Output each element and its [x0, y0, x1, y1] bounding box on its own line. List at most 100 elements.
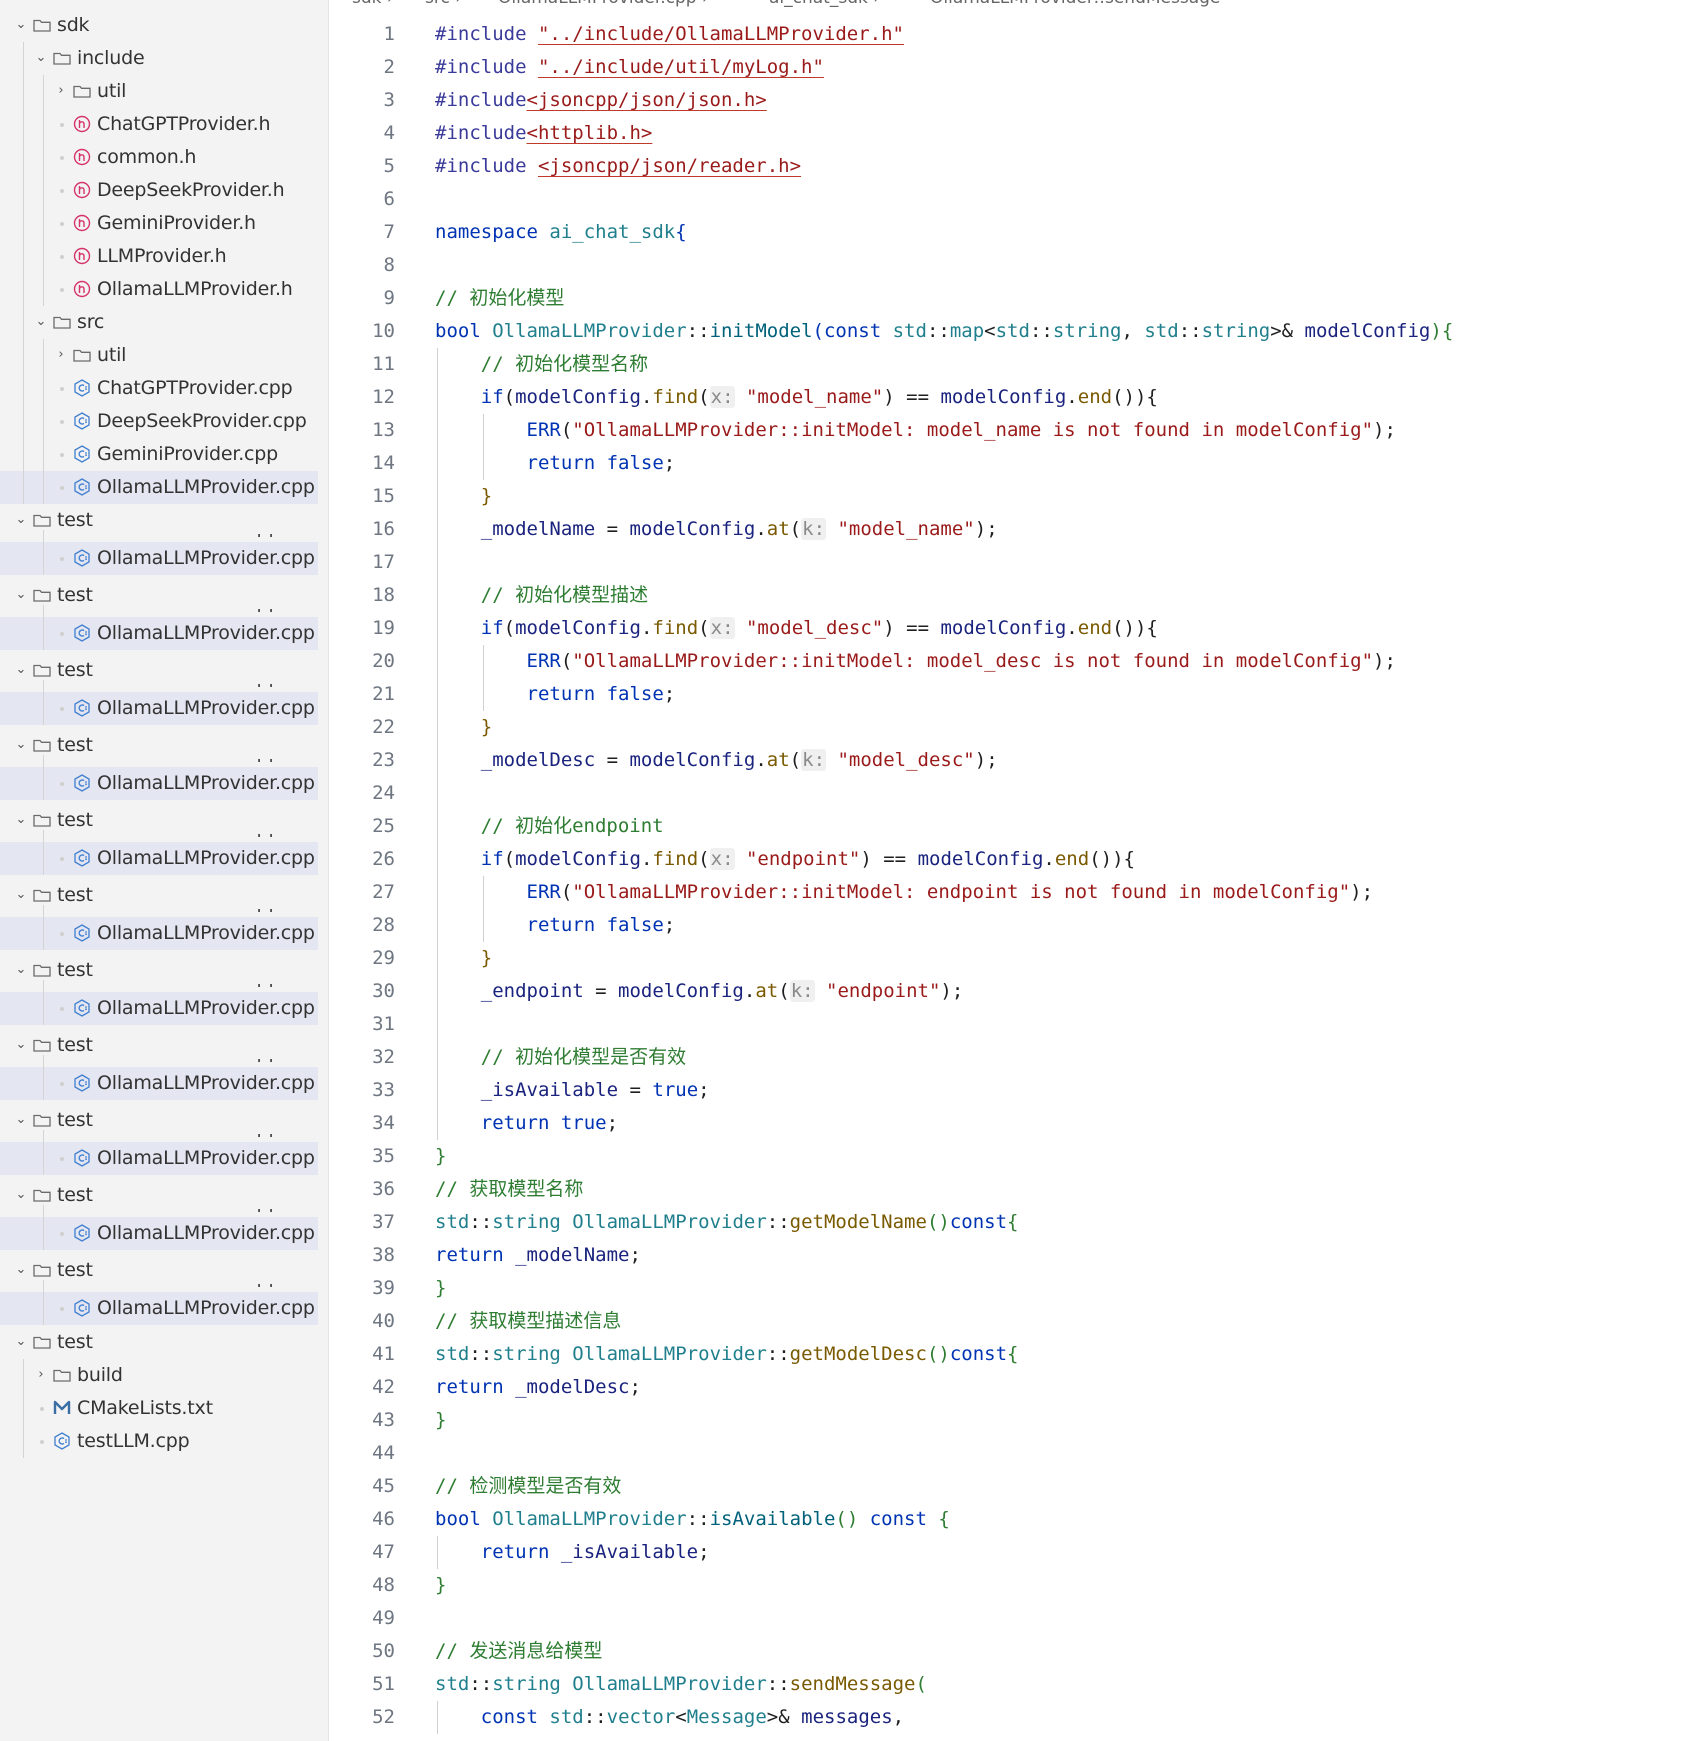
breadcrumb-item[interactable]: OllamaLLMProvider::sendMessage	[930, 0, 1220, 8]
chevron-down-icon[interactable]: ⌄	[14, 812, 28, 828]
chevron-down-icon[interactable]: ⌄	[14, 1112, 28, 1128]
code-line[interactable]: 40 // 获取模型描述信息	[329, 1305, 1696, 1338]
tree-item[interactable]: ⌄ test	[0, 579, 318, 606]
code-line[interactable]: 16 _modelName = modelConfig.at(k: "model…	[329, 513, 1696, 546]
code-line[interactable]: 31	[329, 1008, 1696, 1041]
chevron-down-icon[interactable]: ⌄	[14, 962, 28, 978]
tree-item[interactable]: OllamaLLMProvider.cpp	[0, 617, 318, 650]
code-line[interactable]: 38 return _modelName;	[329, 1239, 1696, 1272]
code-line[interactable]: 27 ERR("OllamaLLMProvider::initModel: en…	[329, 876, 1696, 909]
code-line[interactable]: 11 // 初始化模型名称	[329, 348, 1696, 381]
code-line[interactable]: 23 _modelDesc = modelConfig.at(k: "model…	[329, 744, 1696, 777]
tree-item[interactable]: OllamaLLMProvider.cpp	[0, 471, 318, 504]
tree-item[interactable]: ⌄ src	[0, 306, 318, 339]
code-line[interactable]: 10 bool OllamaLLMProvider::initModel(cons…	[329, 315, 1696, 348]
tree-item[interactable]: OllamaLLMProvider.cpp	[0, 1292, 318, 1325]
tree-item[interactable]: ⌄ test	[0, 804, 318, 831]
tree-item[interactable]: OllamaLLMProvider.h	[0, 273, 318, 306]
tree-item[interactable]: OllamaLLMProvider.cpp	[0, 1067, 318, 1100]
tree-item[interactable]: OllamaLLMProvider.cpp	[0, 1217, 318, 1250]
code-line[interactable]: 22 }	[329, 711, 1696, 744]
code-line[interactable]: 44	[329, 1437, 1696, 1470]
code-line[interactable]: 36 // 获取模型名称	[329, 1173, 1696, 1206]
tree-item[interactable]: ⌄ test	[0, 504, 318, 531]
tree-item[interactable]: OllamaLLMProvider.cpp	[0, 1142, 318, 1175]
tree-item[interactable]: ⌄ test	[0, 954, 318, 981]
chevron-right-icon[interactable]: ›	[54, 347, 68, 363]
code-editor[interactable]: 1 #include "../include/OllamaLLMProvider.…	[329, 18, 1696, 1741]
code-line[interactable]: 48}	[329, 1569, 1696, 1602]
code-line[interactable]: 25 // 初始化endpoint	[329, 810, 1696, 843]
chevron-right-icon[interactable]: ›	[34, 1367, 48, 1383]
code-line[interactable]: 24	[329, 777, 1696, 810]
code-line[interactable]: 4 #include<httplib.h>	[329, 117, 1696, 150]
tree-item[interactable]: › util	[0, 339, 318, 372]
chevron-right-icon[interactable]: ›	[54, 83, 68, 99]
chevron-down-icon[interactable]: ⌄	[14, 662, 28, 678]
chevron-down-icon[interactable]: ⌄	[14, 887, 28, 903]
tree-item[interactable]: ⌄ test	[0, 654, 318, 681]
code-line[interactable]: 19 if(modelConfig.find(x: "model_desc") …	[329, 612, 1696, 645]
code-line[interactable]: 32 // 初始化模型是否有效	[329, 1041, 1696, 1074]
code-line[interactable]: 34 return true;	[329, 1107, 1696, 1140]
tree-item[interactable]: ⌄ test	[0, 1029, 318, 1056]
tree-item[interactable]: OllamaLLMProvider.cpp	[0, 767, 318, 800]
tree-item[interactable]: ⌄ test	[0, 1326, 318, 1359]
tree-item[interactable]: ⌄ include	[0, 42, 318, 75]
code-line[interactable]: 41 std::string OllamaLLMProvider::getMode…	[329, 1338, 1696, 1371]
tree-item[interactable]: GeminiProvider.cpp	[0, 438, 318, 471]
tree-item[interactable]: › util	[0, 75, 318, 108]
breadcrumb-item[interactable]: OllamaLLMProvider.cpp ›	[498, 0, 709, 8]
tree-item[interactable]: OllamaLLMProvider.cpp	[0, 992, 318, 1025]
code-line[interactable]: 18 // 初始化模型描述	[329, 579, 1696, 612]
chevron-down-icon[interactable]: ⌄	[34, 50, 48, 66]
code-line[interactable]: 35}	[329, 1140, 1696, 1173]
chevron-down-icon[interactable]: ⌄	[14, 1334, 28, 1350]
tree-item[interactable]: LLMProvider.h	[0, 240, 318, 273]
code-line[interactable]: 49	[329, 1602, 1696, 1635]
tree-item[interactable]: ChatGPTProvider.cpp	[0, 372, 318, 405]
code-line[interactable]: 20 ERR("OllamaLLMProvider::initModel: mo…	[329, 645, 1696, 678]
code-line[interactable]: 47 return _isAvailable;	[329, 1536, 1696, 1569]
tree-item[interactable]: testLLM.cpp	[0, 1425, 318, 1458]
chevron-down-icon[interactable]: ⌄	[14, 17, 28, 33]
code-line[interactable]: 12 if(modelConfig.find(x: "model_name") …	[329, 381, 1696, 414]
code-line[interactable]: 28 return false;	[329, 909, 1696, 942]
tree-item[interactable]: common.h	[0, 141, 318, 174]
code-line[interactable]: 33 _isAvailable = true;	[329, 1074, 1696, 1107]
code-line[interactable]: 52 const std::vector<Message>& messages,	[329, 1701, 1696, 1734]
code-line[interactable]: 7 namespace ai_chat_sdk{	[329, 216, 1696, 249]
tree-item[interactable]: CMakeLists.txt	[0, 1392, 318, 1425]
code-line[interactable]: 42 return _modelDesc;	[329, 1371, 1696, 1404]
chevron-down-icon[interactable]: ⌄	[14, 1262, 28, 1278]
tree-item[interactable]: DeepSeekProvider.h	[0, 174, 318, 207]
code-line[interactable]: 51 std::string OllamaLLMProvider::sendMes…	[329, 1668, 1696, 1701]
chevron-down-icon[interactable]: ⌄	[34, 314, 48, 330]
tree-item[interactable]: ⌄ test	[0, 879, 318, 906]
tree-item[interactable]: ⌄ test	[0, 1104, 318, 1131]
code-line[interactable]: 1 #include "../include/OllamaLLMProvider.…	[329, 18, 1696, 51]
code-line[interactable]: 8	[329, 249, 1696, 282]
code-line[interactable]: 29 }	[329, 942, 1696, 975]
tree-item[interactable]: ⌄ test	[0, 1179, 318, 1206]
breadcrumb-item[interactable]: sdk ›	[352, 0, 394, 8]
chevron-down-icon[interactable]: ⌄	[14, 737, 28, 753]
tree-item[interactable]: OllamaLLMProvider.cpp	[0, 542, 318, 575]
code-line[interactable]: 9 // 初始化模型	[329, 282, 1696, 315]
breadcrumb-item[interactable]: ai_chat_sdk ›	[769, 0, 880, 8]
code-line[interactable]: 2 #include "../include/util/myLog.h"	[329, 51, 1696, 84]
tree-item[interactable]: ⌄ sdk	[0, 9, 318, 42]
tree-item[interactable]: GeminiProvider.h	[0, 207, 318, 240]
code-line[interactable]: 30 _endpoint = modelConfig.at(k: "endpoi…	[329, 975, 1696, 1008]
tree-item[interactable]: › build	[0, 1359, 318, 1392]
tree-item[interactable]: ⌄ test	[0, 1254, 318, 1281]
code-line[interactable]: 46 bool OllamaLLMProvider::isAvailable() …	[329, 1503, 1696, 1536]
tree-item[interactable]: DeepSeekProvider.cpp	[0, 405, 318, 438]
tree-item[interactable]: ⌄ test	[0, 729, 318, 756]
code-line[interactable]: 37 std::string OllamaLLMProvider::getMode…	[329, 1206, 1696, 1239]
chevron-down-icon[interactable]: ⌄	[14, 1187, 28, 1203]
code-line[interactable]: 45 // 检测模型是否有效	[329, 1470, 1696, 1503]
breadcrumb-item[interactable]: src ›	[425, 0, 462, 8]
code-line[interactable]: 17	[329, 546, 1696, 579]
chevron-down-icon[interactable]: ⌄	[14, 512, 28, 528]
